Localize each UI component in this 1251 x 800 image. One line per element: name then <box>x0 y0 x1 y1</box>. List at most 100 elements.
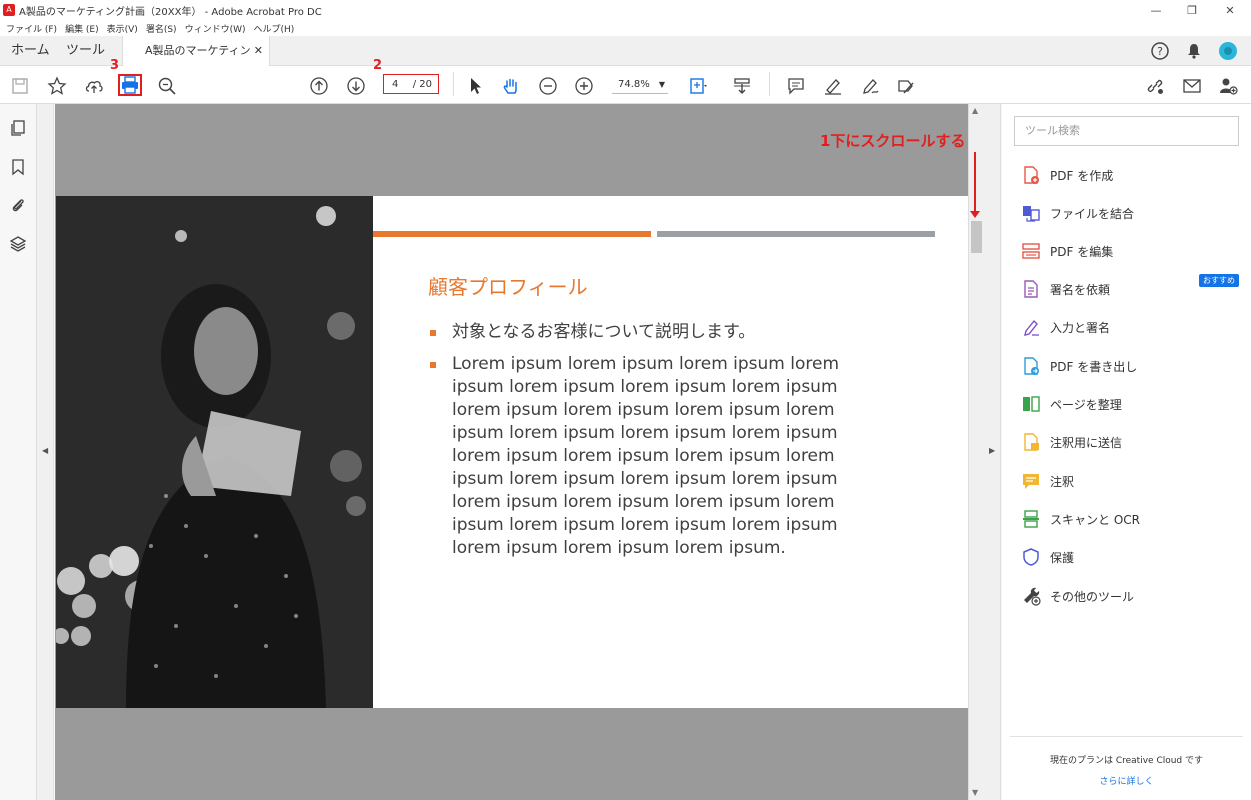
toolbar-separator <box>453 72 454 96</box>
bookmarks-icon[interactable] <box>8 157 28 177</box>
learn-more-link[interactable]: さらに詳しく <box>1010 774 1243 787</box>
slide-photo-woman-with-tablet <box>56 196 373 708</box>
menu-sign[interactable]: 署名(S) <box>146 22 177 35</box>
pdf-page: 顧客プロフィール 対象となるお客様について説明します。 Lorem ipsum … <box>56 196 968 708</box>
tool-comment[interactable]: 注釈 <box>1020 469 1240 493</box>
previous-page-icon[interactable] <box>308 75 330 97</box>
share-link-icon[interactable] <box>1144 75 1166 97</box>
combine-files-icon <box>1020 202 1042 224</box>
menu-bar: ファイル (F) 編集 (E) 表示(V) 署名(S) ウィンドウ(W) ヘルプ… <box>0 20 1251 36</box>
fill-sign-icon[interactable] <box>895 75 917 97</box>
cloud-upload-icon[interactable] <box>83 75 105 97</box>
tool-more-tools[interactable]: その他のツール <box>1020 584 1240 608</box>
tool-label: 注釈 <box>1050 474 1075 489</box>
tool-label: 保護 <box>1050 550 1075 565</box>
right-panel-toggle[interactable]: ▶ <box>983 104 1001 800</box>
menu-window[interactable]: ウィンドウ(W) <box>185 22 246 35</box>
scroll-down-icon[interactable]: ▼ <box>972 788 978 797</box>
close-tab-icon[interactable]: ✕ <box>254 36 263 66</box>
create-pdf-icon <box>1020 164 1042 186</box>
step-3-marker: 3 <box>110 58 120 73</box>
help-icon[interactable]: ? <box>1151 42 1169 60</box>
tool-export-pdf[interactable]: PDF を書き出し <box>1020 354 1240 378</box>
comment-icon[interactable] <box>785 75 807 97</box>
tool-label: 入力と署名 <box>1050 320 1111 335</box>
tab-document[interactable]: A製品のマーケティング... ✕ <box>122 36 270 87</box>
fit-page-icon[interactable] <box>687 75 709 97</box>
tool-search-input[interactable]: ツール検索 <box>1014 116 1239 146</box>
scrollbar-thumb[interactable] <box>971 221 982 253</box>
accent-bar-orange <box>373 231 651 237</box>
sign-pen-icon[interactable] <box>859 75 881 97</box>
add-user-icon[interactable] <box>1217 75 1239 97</box>
menu-view[interactable]: 表示(V) <box>107 22 138 35</box>
page-current: 4 <box>392 78 399 90</box>
avatar[interactable] <box>1219 42 1237 60</box>
zoom-in-icon[interactable] <box>573 75 595 97</box>
highlight-pen-icon[interactable] <box>822 75 844 97</box>
print-button[interactable] <box>118 74 142 96</box>
send-comments-icon <box>1020 431 1042 453</box>
zoom-search-icon[interactable] <box>156 75 178 97</box>
scroll-mode-icon[interactable] <box>731 75 753 97</box>
tool-label: PDF を作成 <box>1050 168 1114 183</box>
protect-icon <box>1020 546 1042 568</box>
plan-text: 現在のプランは Creative Cloud です <box>1049 756 1204 766</box>
page-thumbnails-icon[interactable] <box>8 118 28 138</box>
comment-icon <box>1020 470 1042 492</box>
tool-label: ページを整理 <box>1050 397 1122 412</box>
print-icon <box>122 76 138 94</box>
next-page-icon[interactable] <box>345 75 367 97</box>
tool-organize-pages[interactable]: ページを整理 <box>1020 392 1240 416</box>
slide-title: 顧客プロフィール <box>428 275 588 299</box>
edit-pdf-icon <box>1020 240 1042 262</box>
tool-label: 注釈用に送信 <box>1050 435 1123 450</box>
tab-bar: ホーム ツール A製品のマーケティング... ✕ ? <box>0 36 1251 87</box>
tool-send-for-comments[interactable]: 注釈用に送信 <box>1020 430 1240 454</box>
tool-label: ファイルを結合 <box>1050 206 1135 221</box>
layers-icon[interactable] <box>8 234 28 254</box>
page-number-input[interactable]: 4 / 20 <box>383 74 439 94</box>
zoom-level-dropdown[interactable]: 74.8% ▼ <box>612 76 668 94</box>
menu-help[interactable]: ヘルプ(H) <box>254 22 295 35</box>
bookmark-star-icon[interactable] <box>46 75 68 97</box>
chevron-down-icon: ▼ <box>658 80 665 89</box>
attachments-icon[interactable] <box>8 195 28 215</box>
document-viewport[interactable]: 顧客プロフィール 対象となるお客様について説明します。 Lorem ipsum … <box>55 104 968 800</box>
slide-bullets: 対象となるお客様について説明します。 Lorem ipsum lorem ips… <box>430 321 890 569</box>
tool-fill-sign[interactable]: 入力と署名 <box>1020 315 1240 339</box>
scroll-up-icon[interactable]: ▲ <box>972 106 978 115</box>
tool-label: PDF を書き出し <box>1050 359 1138 374</box>
hand-tool-icon[interactable] <box>500 75 522 97</box>
email-icon[interactable] <box>1181 75 1203 97</box>
tool-create-pdf[interactable]: PDF を作成 <box>1020 163 1240 187</box>
menu-edit[interactable]: 編集 (E) <box>65 22 99 35</box>
accent-bar-gray <box>657 231 935 237</box>
minimize-button[interactable]: — <box>1137 0 1175 20</box>
chevron-right-icon: ▶ <box>989 446 996 455</box>
page-total: / 20 <box>412 78 432 90</box>
tool-scan-ocr[interactable]: スキャンと OCR <box>1020 507 1240 531</box>
left-panel-toggle[interactable]: ◀ <box>37 104 54 800</box>
tool-combine-files[interactable]: ファイルを結合 <box>1020 201 1240 225</box>
save-icon[interactable] <box>9 75 31 97</box>
svg-text:?: ? <box>1157 45 1163 58</box>
restore-button[interactable]: ❐ <box>1173 0 1211 20</box>
zoom-value: 74.8% <box>618 79 650 90</box>
tool-protect[interactable]: 保護 <box>1020 545 1240 569</box>
plan-info: 現在のプランは Creative Cloud です さらに詳しく <box>1010 736 1243 800</box>
bullet-item: 対象となるお客様について説明します。 <box>430 321 890 344</box>
close-window-button[interactable]: ✕ <box>1211 0 1249 20</box>
select-cursor-icon[interactable] <box>464 75 486 97</box>
menu-file[interactable]: ファイル (F) <box>6 22 57 35</box>
chevron-left-icon: ◀ <box>42 446 49 455</box>
tool-edit-pdf[interactable]: PDF を編集 <box>1020 239 1240 263</box>
notification-bell-icon[interactable] <box>1185 42 1203 60</box>
title-bar: A A製品のマーケティング計画（20XX年） - Adobe Acrobat P… <box>0 0 1251 20</box>
left-navigation-rail <box>0 104 37 800</box>
tab-tools[interactable]: ツール <box>66 36 105 66</box>
tab-home[interactable]: ホーム <box>11 36 50 66</box>
window-title: A製品のマーケティング計画（20XX年） - Adobe Acrobat Pro… <box>19 6 322 18</box>
step-2-marker: 2 <box>373 58 383 73</box>
zoom-out-icon[interactable] <box>537 75 559 97</box>
